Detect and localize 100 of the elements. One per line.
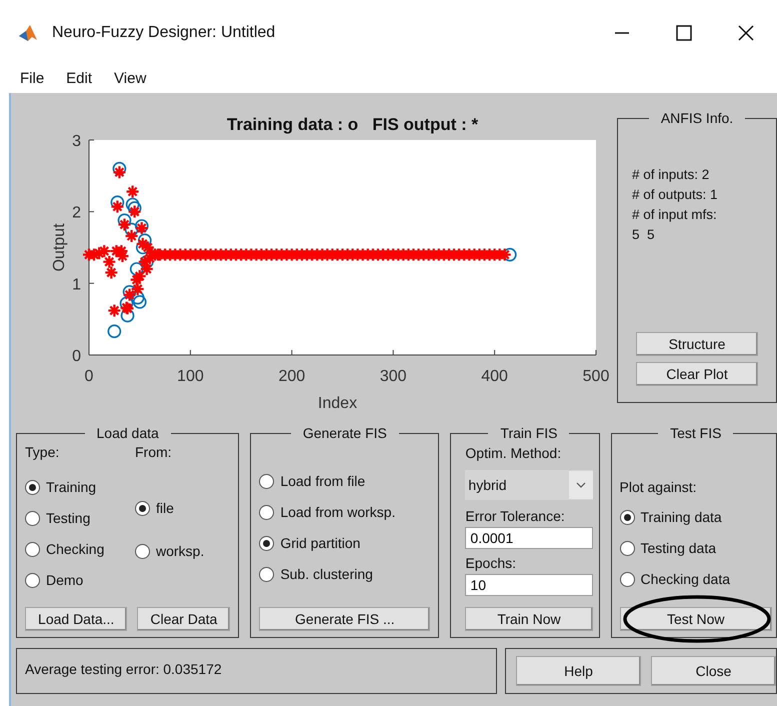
radio-label: file [156, 499, 174, 518]
field-label: Epochs: [465, 554, 517, 573]
star-marker [112, 165, 127, 180]
panel-title: Test FIS [669, 426, 722, 440]
panel-button[interactable]: Load Data... [25, 607, 128, 631]
radio-button[interactable] [25, 480, 40, 495]
panel-button[interactable]: Test Now [620, 607, 772, 631]
tolerance-field[interactable]: 0.0001 [465, 527, 592, 549]
tick-label: 0 [84, 368, 94, 385]
tick-label: 3 [72, 133, 81, 150]
star-marker [130, 272, 144, 287]
circle-marker [140, 255, 154, 269]
field-label: Optim. Method: [465, 444, 562, 463]
circle-marker [122, 285, 136, 299]
radio-button[interactable] [25, 542, 40, 557]
tick-label: 500 [582, 368, 610, 385]
method-dropdown[interactable]: hybrid [465, 470, 592, 500]
info-text: # of outputs: 1 [632, 186, 719, 204]
circle-marker [124, 222, 138, 236]
radio-button[interactable] [259, 474, 274, 489]
star-marker [290, 248, 304, 262]
radio-label: Testing [46, 509, 90, 528]
star-marker [102, 254, 116, 269]
circle-marker [112, 162, 126, 176]
star-marker [97, 244, 112, 258]
caret-icon [576, 482, 586, 488]
star-marker [356, 248, 370, 262]
radio-button[interactable] [259, 567, 274, 582]
star-marker [140, 240, 155, 255]
info-text: # of inputs: 2 [632, 166, 710, 184]
epochs-field[interactable]: 10 [465, 574, 592, 596]
star-marker [214, 248, 228, 262]
panel-title: Load data [96, 426, 160, 440]
radio-label: Checking data [640, 570, 730, 589]
radio-button[interactable] [620, 572, 634, 587]
radio-button[interactable] [620, 510, 634, 525]
chart-title: Training data : o FIS output : * [226, 115, 478, 134]
star-marker [107, 303, 122, 318]
star-marker [144, 246, 159, 260]
circle-marker [108, 324, 122, 338]
radio-button[interactable] [135, 544, 150, 559]
star-marker [472, 248, 486, 262]
star-marker [432, 248, 446, 262]
circle-marker [130, 290, 144, 304]
field-label: Type: [25, 443, 60, 462]
star-marker [130, 282, 145, 296]
info-text: # of input mfs: [632, 206, 718, 224]
radio-button[interactable] [25, 511, 40, 526]
radio-button[interactable] [259, 505, 274, 520]
field-label: Plot against: [620, 478, 698, 497]
menu-item[interactable]: Edit [66, 68, 92, 90]
tick-label: 200 [278, 368, 306, 385]
star-marker [126, 184, 140, 199]
star-marker [115, 249, 130, 264]
panel-button[interactable]: Train Now [465, 607, 592, 631]
tick-label: 1 [72, 276, 81, 294]
panel-button[interactable]: Clear Data [137, 607, 230, 631]
radio-label: Demo [46, 571, 84, 590]
star-marker [117, 217, 132, 232]
star-marker [284, 248, 299, 262]
star-marker [124, 228, 139, 244]
menu-item[interactable]: File [20, 68, 44, 90]
panel-button[interactable]: Clear Plot [636, 362, 758, 386]
dialog-button[interactable]: Help [516, 656, 641, 686]
radio-label: Load from file [280, 472, 366, 491]
panel-button[interactable]: Generate FIS ... [259, 607, 430, 631]
star-marker [254, 248, 268, 262]
radio-button[interactable] [259, 536, 274, 551]
star-marker [436, 248, 451, 262]
maximize-icon [676, 24, 692, 40]
circle-marker [134, 219, 149, 233]
star-marker [320, 248, 334, 262]
tick-label: 0 [72, 348, 81, 365]
circle-marker [503, 248, 517, 262]
panel-title: ANFIS Info. [660, 111, 734, 125]
radio-label: Grid partition [280, 534, 360, 553]
axis-label: Index [318, 395, 358, 412]
field-label: From: [135, 443, 173, 462]
star-marker [183, 248, 198, 262]
radio-button[interactable] [135, 501, 150, 516]
field-label: Error Tolerance: [465, 507, 566, 526]
circle-marker [138, 234, 152, 248]
star-marker [218, 248, 233, 262]
star-marker [132, 269, 147, 284]
star-marker [249, 248, 264, 262]
radio-label: Training data [640, 508, 722, 527]
star-marker [128, 204, 142, 219]
star-marker [396, 248, 410, 262]
radio-label: worksp. [156, 542, 204, 561]
radio-label: Sub. clustering [280, 565, 373, 584]
panel-button[interactable]: Structure [636, 332, 758, 356]
radio-button[interactable] [25, 573, 40, 588]
radio-label: Training [46, 478, 96, 497]
dialog-button[interactable]: Close [651, 656, 776, 686]
star-marker [134, 221, 149, 236]
tick-label: 100 [177, 368, 204, 385]
radio-button[interactable] [620, 541, 634, 556]
circle-marker [118, 213, 132, 228]
menu-item[interactable]: View [114, 68, 146, 90]
star-marker [122, 288, 137, 302]
